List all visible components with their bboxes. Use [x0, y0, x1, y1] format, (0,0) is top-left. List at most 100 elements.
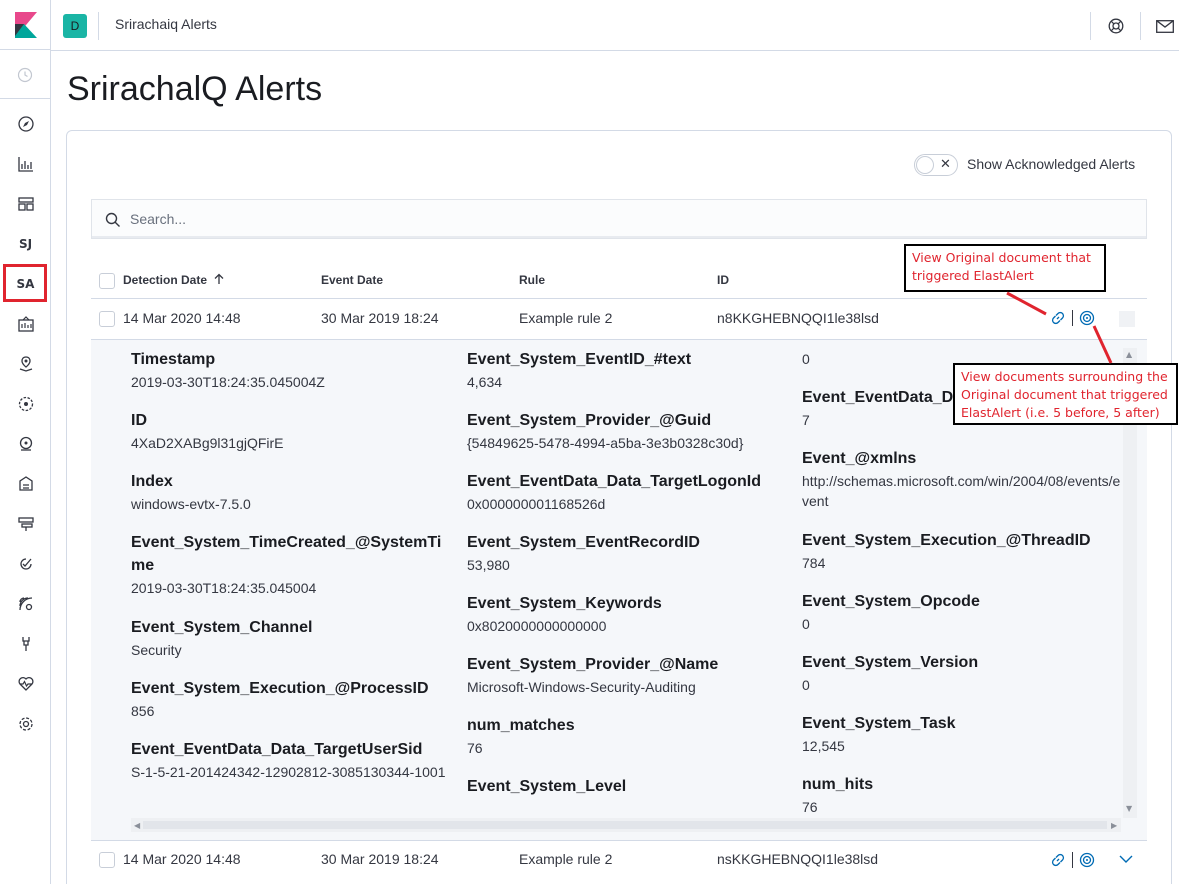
- mail-icon[interactable]: [1156, 20, 1174, 33]
- field-name: Event_System_Level: [467, 778, 627, 795]
- column-label: Detection Date: [123, 273, 208, 287]
- field-name: Event_System_Execution_@ThreadID: [802, 532, 1091, 549]
- scrollbar-thumb[interactable]: [143, 821, 1107, 829]
- cell-detection-date: 14 Mar 2020 14:48: [123, 851, 241, 867]
- close-icon: ✕: [940, 157, 951, 172]
- column-header-rule[interactable]: Rule: [519, 273, 545, 287]
- search-input[interactable]: [130, 209, 1110, 229]
- field-name: Event_System_Opcode: [802, 593, 980, 610]
- field-value: 0: [802, 616, 810, 632]
- link-icon[interactable]: [1050, 310, 1066, 326]
- scroll-down-icon[interactable]: ▼: [1126, 804, 1132, 813]
- header-divider: [1140, 12, 1141, 40]
- heartbeat-icon: [17, 676, 34, 691]
- nav-management[interactable]: [0, 704, 51, 744]
- scroll-up-icon[interactable]: ▲: [1126, 350, 1132, 359]
- table-header-divider: [91, 298, 1147, 299]
- logs-icon: [18, 476, 33, 491]
- machine-learning-icon: [18, 396, 33, 412]
- field-name: Event_System_EventRecordID: [467, 534, 700, 551]
- field-name: Event_System_Execution_@ProcessID: [131, 680, 429, 697]
- detail-field: Event_System_Provider_@Guid {54849625-547…: [467, 409, 787, 453]
- field-name: Event_@xmlns: [802, 450, 917, 467]
- field-value: Security: [131, 642, 182, 658]
- nav-visualize[interactable]: [0, 144, 51, 184]
- row-divider: [91, 840, 1147, 841]
- action-divider: [1072, 310, 1073, 326]
- detail-field: Event_System_Version 0: [802, 651, 1121, 695]
- nav-apm[interactable]: [0, 504, 51, 544]
- field-name: Event_System_EventID_#text: [467, 351, 692, 368]
- detail-field: Event_System_Provider_@Name Microsoft-Win…: [467, 653, 787, 697]
- field-value: 856: [131, 703, 155, 719]
- field-value: 4,634: [467, 374, 503, 390]
- field-value: S-1-5-21-201424342-12902812-3085130344-1…: [131, 764, 446, 780]
- show-acknowledged-toggle[interactable]: ✕: [914, 154, 958, 176]
- field-name: Event_System_Task: [802, 715, 956, 732]
- row-checkbox[interactable]: [99, 852, 115, 868]
- clock-icon: [17, 67, 33, 83]
- target-icon[interactable]: [1079, 310, 1095, 326]
- field-value: 0: [802, 677, 810, 693]
- nav-maps[interactable]: [0, 344, 51, 384]
- field-name: ID: [131, 412, 147, 429]
- nav-dashboard[interactable]: [0, 184, 51, 224]
- compass-icon: [17, 116, 34, 132]
- header-divider: [98, 12, 99, 40]
- field-value: 12,545: [802, 738, 845, 754]
- detail-field: Event_System_EventRecordID 53,980: [467, 531, 787, 575]
- help-icon[interactable]: [1108, 18, 1124, 34]
- nav-sj[interactable]: SJ: [0, 224, 51, 264]
- recently-viewed-button[interactable]: [0, 51, 51, 99]
- infrastructure-icon: [19, 436, 32, 451]
- collapse-button[interactable]: [1119, 311, 1135, 327]
- nav-monitoring[interactable]: [0, 664, 51, 704]
- link-icon[interactable]: [1050, 852, 1066, 868]
- nav-logs[interactable]: [0, 464, 51, 504]
- field-value: 2019-03-30T18:24:35.045004Z: [131, 374, 325, 390]
- field-value: 0x000000001168526d: [467, 496, 606, 512]
- field-value: 4XaD2XABg9l31gjQFirE: [131, 435, 284, 451]
- page-title: SrirachalQ Alerts: [67, 70, 323, 108]
- search-bar[interactable]: [91, 199, 1147, 239]
- field-name: Event_EventData_Data_TargetLogonId: [467, 473, 761, 490]
- nav-infrastructure[interactable]: [0, 424, 51, 464]
- target-icon[interactable]: [1079, 852, 1095, 868]
- show-acknowledged-label[interactable]: Show Acknowledged Alerts: [967, 156, 1135, 172]
- siem-icon: [18, 597, 32, 611]
- cell-rule: Example rule 2: [519, 851, 613, 867]
- nav-ml[interactable]: [0, 384, 51, 424]
- sort-ascending-icon: [214, 273, 224, 284]
- field-name: Index: [131, 473, 173, 490]
- field-value: Microsoft-Windows-Security-Auditing: [467, 679, 696, 695]
- field-value: 76: [467, 740, 483, 756]
- cell-rule: Example rule 2: [519, 310, 613, 326]
- scroll-left-icon[interactable]: ◀: [134, 821, 140, 830]
- select-all-checkbox[interactable]: [99, 273, 115, 289]
- column-header-event-date[interactable]: Event Date: [321, 273, 383, 287]
- detail-field: ID 4XaD2XABg9l31gjQFirE: [131, 409, 451, 453]
- space-avatar[interactable]: D: [63, 14, 87, 38]
- detail-field: Event_System_Keywords 0x8020000000000000: [467, 592, 787, 636]
- nav-discover[interactable]: [0, 104, 51, 144]
- header-divider: [1090, 12, 1091, 40]
- nav-uptime[interactable]: [0, 544, 51, 584]
- cell-event-date: 30 Mar 2019 18:24: [321, 851, 439, 867]
- detail-field: Event_System_Execution_@ThreadID 784: [802, 529, 1121, 573]
- nav-dev-tools[interactable]: [0, 624, 51, 664]
- row-checkbox[interactable]: [99, 311, 115, 327]
- scroll-right-icon[interactable]: ▶: [1111, 821, 1117, 830]
- detail-field: Event_System_Opcode 0: [802, 590, 1121, 634]
- breadcrumb[interactable]: Srirachaiq Alerts: [115, 16, 217, 32]
- nav-siem[interactable]: [0, 584, 51, 624]
- toggle-knob: [916, 156, 934, 174]
- column-header-detection-date[interactable]: Detection Date: [123, 273, 225, 287]
- horizontal-scrollbar[interactable]: ◀ ▶: [131, 818, 1121, 832]
- field-value: http://schemas.microsoft.com/win/2004/08…: [802, 473, 1121, 509]
- field-value: 76: [802, 799, 818, 815]
- kibana-logo[interactable]: [0, 0, 51, 50]
- chevron-down-icon[interactable]: [1119, 854, 1133, 864]
- nav-canvas[interactable]: [0, 304, 51, 344]
- column-header-id[interactable]: ID: [717, 273, 729, 287]
- field-name: Event_System_TimeCreated_@SystemTime: [131, 534, 442, 574]
